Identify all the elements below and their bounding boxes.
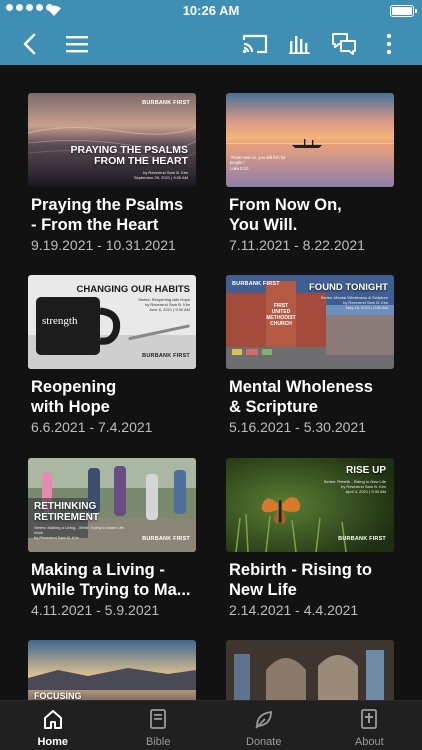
sermon-dates: 5.16.2021 - 5.30.2021 <box>229 419 367 435</box>
tab-label: Home <box>37 736 69 748</box>
thumbnail-overlay-title: PRAYING THE PSALMS FROM THE HEART <box>70 144 188 168</box>
menu-icon <box>66 36 88 53</box>
chat-icon <box>332 33 356 55</box>
thumbnail-overlay-title: RETHINKING RETIREMENT <box>34 501 99 523</box>
sermon-dates: 9.19.2021 - 10.31.2021 <box>31 237 176 253</box>
sermon-thumbnail: "From now on, you will fish for people."… <box>226 93 394 187</box>
building-sign-text: FIRST UNITED METHODIST CHURCH <box>266 303 296 327</box>
bottom-tab-bar: Home Bible Donate About <box>0 700 422 750</box>
sermon-title: Reopening with Hope <box>31 378 117 416</box>
status-bar: 10:26 AM <box>0 0 422 22</box>
chat-button[interactable] <box>328 28 360 60</box>
thumbnail-info: by Reverend Sam B. Kim September 26, 202… <box>133 170 188 181</box>
sermon-card[interactable]: BURBANK FIRST FIRST UNITED METHODIST CHU… <box>226 275 394 445</box>
equalizer-button[interactable] <box>284 28 316 60</box>
church-logo-text: BURBANK FIRST <box>338 536 386 542</box>
thumbnail-info: Series: Reopening with Hope by Reverend … <box>138 297 190 313</box>
sermon-card[interactable] <box>226 640 394 700</box>
more-options-button[interactable] <box>373 28 405 60</box>
thumbnail-overlay-title: FOCUSING <box>34 691 82 700</box>
tab-home[interactable]: Home <box>0 701 106 750</box>
sermon-title: Rebirth - Rising to New Life <box>229 561 372 599</box>
sermon-card[interactable]: RISE UP Series: Rebirth - Rising to New … <box>226 458 394 628</box>
thumbnail-info: Series: Mental Wholeness & Scripture by … <box>320 295 388 311</box>
battery-icon <box>390 5 417 17</box>
status-time: 10:26 AM <box>182 3 240 18</box>
sermon-thumbnail: RETHINKING RETIREMENT Series: Making a L… <box>28 458 196 552</box>
sermon-thumbnail: FOCUSING <box>28 640 196 700</box>
sermon-dates: 2.14.2021 - 4.4.2021 <box>229 602 359 618</box>
more-vert-icon <box>386 33 392 55</box>
bible-icon <box>150 709 167 729</box>
sermon-title: From Now On, You Will. <box>229 196 342 234</box>
back-arrow-icon <box>23 33 36 55</box>
sermon-thumbnail: RISE UP Series: Rebirth - Rising to New … <box>226 458 394 552</box>
cast-icon <box>242 34 268 54</box>
sermon-dates: 6.6.2021 - 7.4.2021 <box>31 419 153 435</box>
tab-label: Donate <box>246 736 282 748</box>
sermon-card[interactable]: BURBANK FIRST PRAYING THE PSALMS FROM TH… <box>28 93 196 263</box>
thumbnail-info: Series: Rebirth - Rising to New Life by … <box>323 479 386 495</box>
sermon-thumbnail <box>226 640 394 700</box>
mug-text: strength <box>42 315 78 327</box>
thumbnail-overlay-title: CHANGING OUR HABITS <box>76 284 190 295</box>
cast-button[interactable] <box>239 28 271 60</box>
sermon-dates: 4.11.2021 - 5.9.2021 <box>31 602 160 618</box>
sermon-title: Making a Living - While Trying to Ma... <box>31 561 191 599</box>
thumbnail-overlay-title: RISE UP <box>345 465 386 476</box>
about-icon <box>361 709 378 729</box>
thumbnail-overlay-title: FOUND TONIGHT <box>309 282 388 293</box>
donate-leaf-icon <box>255 710 272 729</box>
tab-donate[interactable]: Donate <box>211 701 317 750</box>
sermon-title: Mental Wholeness & Scripture <box>229 378 373 416</box>
church-logo-text: BURBANK FIRST <box>142 353 190 359</box>
thumbnail-caption: "From now on, you will fish for people."… <box>230 155 286 171</box>
church-logo-text: BURBANK FIRST <box>232 281 280 287</box>
thumbnail-info: Series: Making a Living - While Trying t… <box>34 525 124 541</box>
sermon-dates: 7.11.2021 - 8.22.2021 <box>229 237 365 253</box>
sermon-card[interactable]: "From now on, you will fish for people."… <box>226 93 394 263</box>
sermon-thumbnail: CHANGING OUR HABITS Series: Reopening wi… <box>28 275 196 369</box>
app-screen: 10:26 AM BURBANK FIRST PRAYING THE PSALM… <box>0 0 422 750</box>
sermon-thumbnail: BURBANK FIRST PRAYING THE PSALMS FROM TH… <box>28 93 196 187</box>
sermon-card[interactable]: FOCUSING <box>28 640 196 700</box>
sermon-title: Praying the Psalms - From the Heart <box>31 196 184 234</box>
sermon-series-grid: BURBANK FIRST PRAYING THE PSALMS FROM TH… <box>0 65 422 700</box>
sermon-thumbnail: BURBANK FIRST FIRST UNITED METHODIST CHU… <box>226 275 394 369</box>
app-bar <box>0 22 422 65</box>
tab-label: Bible <box>146 736 171 748</box>
equalizer-icon <box>289 36 310 54</box>
tab-label: About <box>354 736 384 748</box>
church-logo-text: BURBANK FIRST <box>142 536 190 542</box>
church-logo-text: BURBANK FIRST <box>142 100 190 106</box>
back-button[interactable] <box>14 28 46 60</box>
tab-bible[interactable]: Bible <box>106 701 212 750</box>
sermon-card[interactable]: CHANGING OUR HABITS Series: Reopening wi… <box>28 275 196 445</box>
tab-about[interactable]: About <box>317 701 422 750</box>
menu-button[interactable] <box>61 28 93 60</box>
sermon-card[interactable]: RETHINKING RETIREMENT Series: Making a L… <box>28 458 196 628</box>
home-icon <box>43 710 62 729</box>
